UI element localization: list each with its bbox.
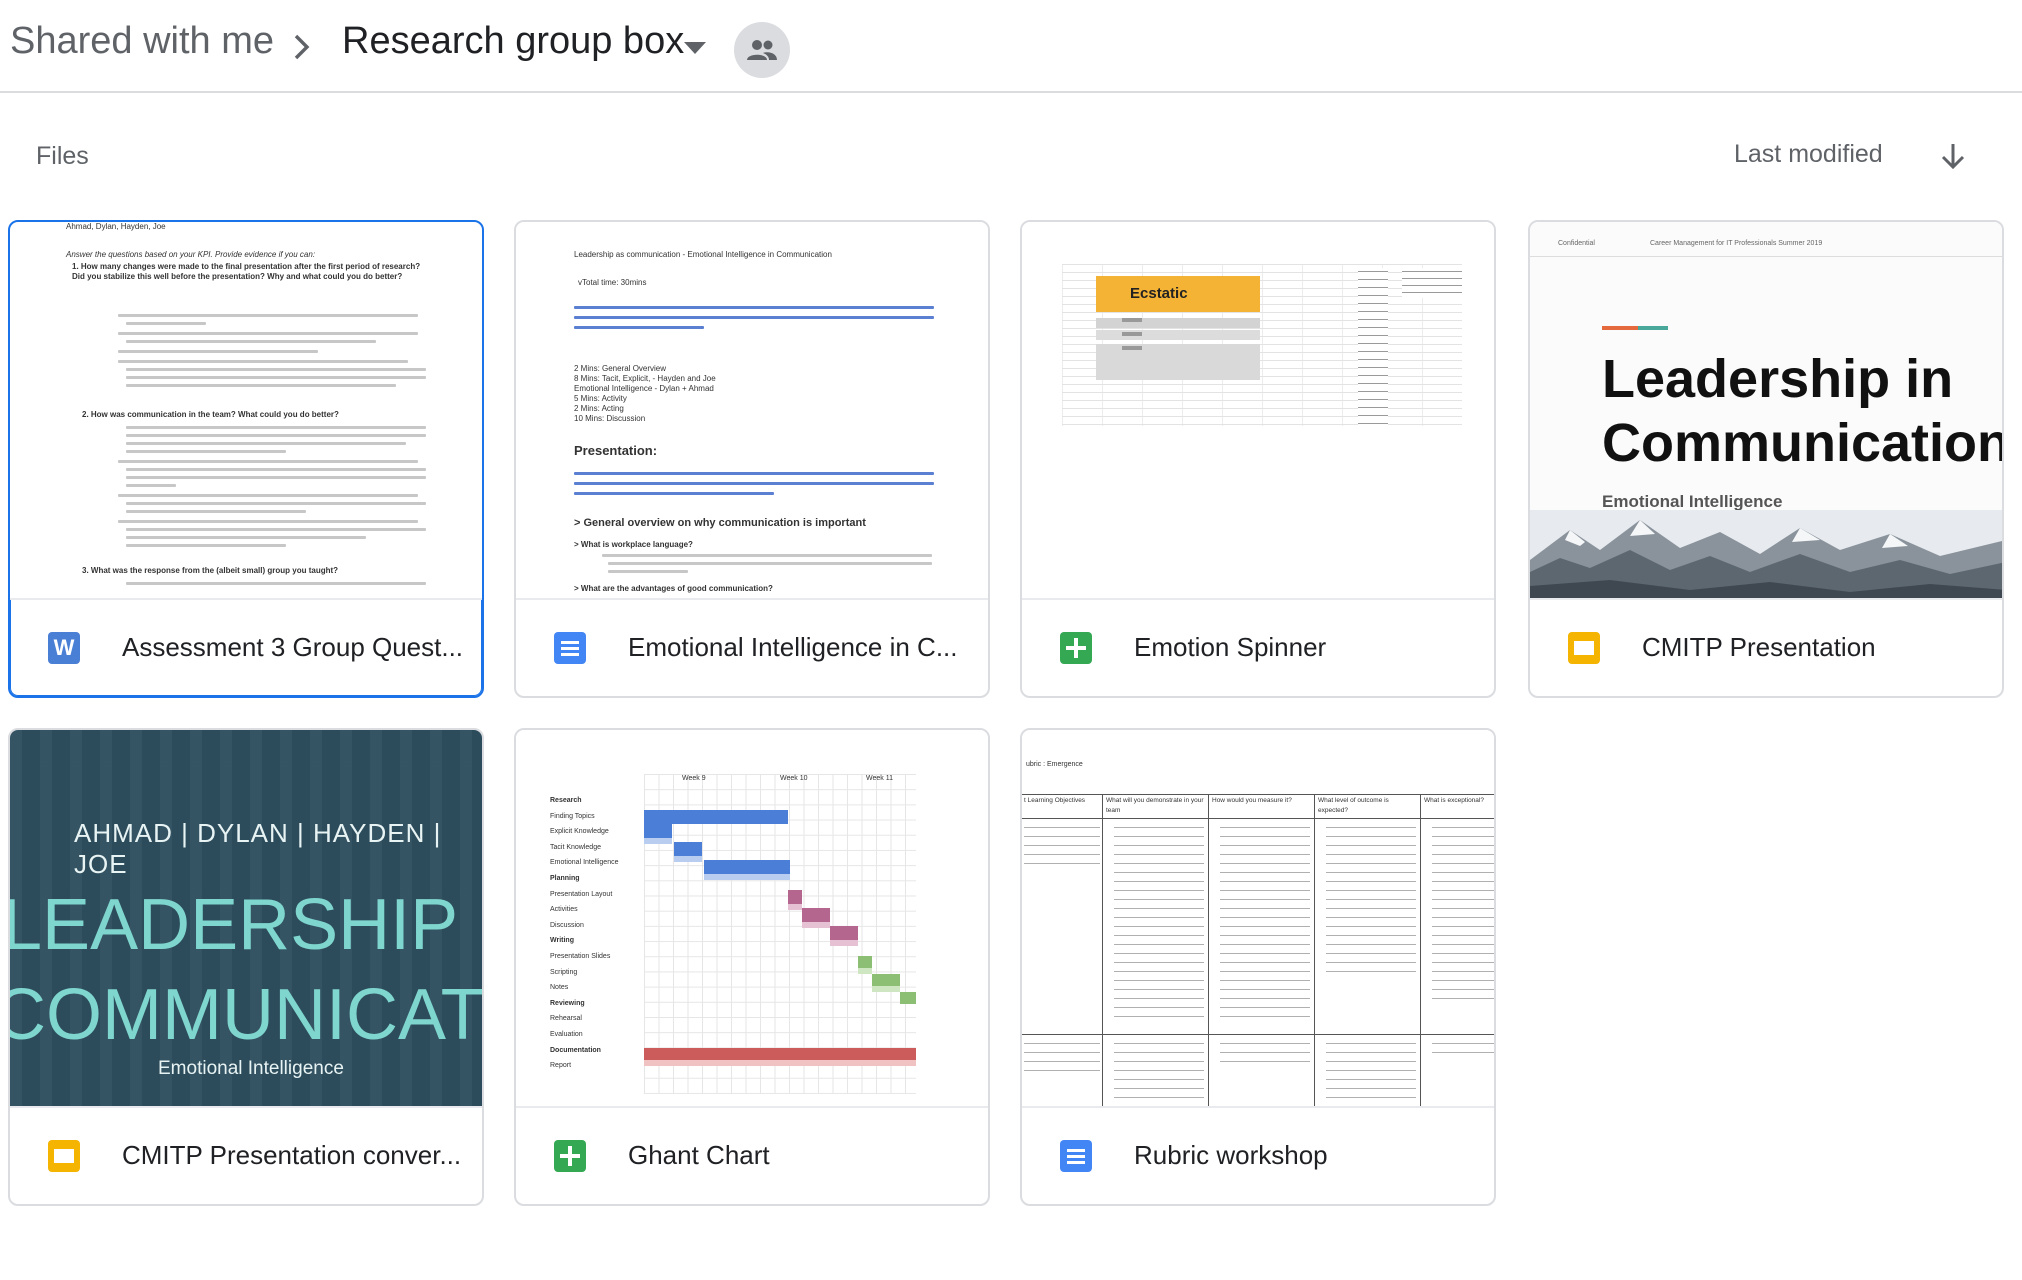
thumb-workplace-question: > What is workplace language? [574,540,693,549]
thumb-ecstatic-cell: Ecstatic [1096,276,1260,312]
mountain-image [1530,510,2002,598]
rubric-col-4: What level of outcome is expected? [1318,797,1389,814]
word-file-icon: W [48,632,80,664]
gantt-row-label: Planning [550,875,580,882]
thumb-rubric-heading: ubric : Emergence [1026,761,1083,768]
file-name: Assessment 3 Group Quest... [122,632,464,662]
file-card-ghant-chart[interactable]: Week 9 Week 10 Week 11 Research Finding T… [514,728,990,1206]
breadcrumb-current-folder[interactable]: Research group box [342,20,684,63]
rubric-col-5: What is exceptional? [1424,797,1484,804]
thumb-course-name: Career Management for IT Professionals S… [1650,240,1823,247]
thumb-schedule-2: 8 Mins: Tacit, Explicit, - Hayden and Jo… [574,374,716,383]
file-thumbnail: Ahmad, Dylan, Hayden, Joe Answer the que… [10,222,482,600]
file-card-emotion-spinner[interactable]: Ecstatic Emotion Spinner [1020,220,1496,698]
gantt-row-label: Discussion [550,921,584,929]
google-slides-icon [1568,632,1600,664]
header-bar: Shared with me Research group box [0,0,2022,93]
thumb-advantages-question: > What are the advantages of good commun… [574,584,773,593]
file-thumbnail: Confidential Career Management for IT Pr… [1530,222,2002,600]
file-thumbnail: Leadership as communication - Emotional … [516,222,988,600]
file-name: CMITP Presentation conver... [122,1140,462,1170]
gantt-row-label: Presentation Slides [550,953,611,960]
gantt-row-label: Tacit Knowledge [550,843,601,851]
thumb-week-10: Week 10 [780,775,808,782]
thumb-confidential: Confidential [1558,240,1595,247]
google-sheets-icon [1060,632,1092,664]
thumb-presentation-heading: Presentation: [574,443,658,458]
thumb-schedule-1: 2 Mins: General Overview [574,364,667,373]
gantt-row-label: Notes [550,984,569,992]
gantt-row-label: Presentation Layout [550,890,613,898]
thumb-intro: Answer the questions based on your KPI. … [66,250,316,259]
thumb-question-2: 2. How was communication in the team? Wh… [82,410,339,419]
file-thumbnail: AHMAD | DYLAN | HAYDEN | JOE LEADERSHIP … [10,730,482,1108]
thumb-week-11: Week 11 [866,775,893,782]
file-name: Ghant Chart [628,1140,770,1170]
thumb-title-line-1: LEADERSHIP IN [10,885,482,965]
file-card-emotional-intelligence[interactable]: Leadership as communication - Emotional … [514,220,990,698]
file-name: Rubric workshop [1134,1140,1328,1170]
chevron-right-icon [294,34,310,60]
file-card-rubric-workshop[interactable]: ubric : Emergence t Learning Objectives … [1020,728,1496,1206]
gantt-row-label: Explicit Knowledge [550,828,609,836]
thumb-slide-title: Leadership in Communication [1602,349,2002,473]
thumb-slide-subtitle: Emotional Intelligence [1602,492,1783,511]
google-docs-icon [554,632,586,664]
sort-by-button[interactable]: Last modified [1734,140,1883,169]
thumb-schedule-4: 5 Mins: Activity [574,394,627,403]
thumb-schedule-6: 10 Mins: Discussion [574,414,646,423]
gantt-row-label: Writing [550,937,574,945]
file-card-footer: Emotional Intelligence in C... [516,600,988,696]
google-docs-icon [1060,1140,1092,1172]
file-card-footer: Ghant Chart [516,1108,988,1204]
file-thumbnail: ubric : Emergence t Learning Objectives … [1022,730,1494,1108]
thumb-title-line-2: COMMUNICATION [10,975,482,1055]
file-card-footer: Rubric workshop [1022,1108,1494,1204]
file-thumbnail: Ecstatic [1022,222,1494,600]
thumb-team-names: AHMAD | DYLAN | HAYDEN | JOE [74,818,442,879]
thumb-week-9: Week 9 [682,775,706,782]
gantt-row-label: Scripting [550,968,578,976]
google-sheets-icon [554,1140,586,1172]
thumb-authors: Ahmad, Dylan, Hayden, Joe [66,222,166,231]
gantt-row-label: Activities [550,906,578,914]
gantt-row-label: Report [550,1062,572,1070]
thumb-overview: > General overview on why communication … [574,517,866,529]
file-card-assessment[interactable]: Ahmad, Dylan, Hayden, Joe Answer the que… [8,220,484,698]
files-section-label: Files [36,142,89,170]
dropdown-caret-icon[interactable] [684,42,706,54]
thumb-schedule-5: 2 Mins: Acting [574,404,624,413]
file-name: Emotion Spinner [1134,632,1327,662]
file-card-cmitp-presentation[interactable]: Confidential Career Management for IT Pr… [1528,220,2004,698]
rubric-col-2: What will you demonstrate in your team [1106,797,1204,814]
file-card-footer: CMITP Presentation [1530,600,2002,696]
google-slides-icon [48,1140,80,1172]
gantt-row-label: Finding Topics [550,812,595,820]
thumb-schedule-3: Emotional Intelligence - Dylan + Ahmad [574,384,714,393]
shared-people-icon[interactable] [734,22,790,78]
rubric-col-1: t Learning Objectives [1024,797,1086,804]
file-thumbnail: Week 9 Week 10 Week 11 Research Finding T… [516,730,988,1108]
thumb-heading: Leadership as communication - Emotional … [574,250,832,259]
gantt-row-label: Rehearsal [550,1015,582,1023]
file-name: CMITP Presentation [1642,632,1876,662]
thumb-question-1: 1. How many changes were made to the fin… [72,262,421,281]
gantt-row-label: Research [550,797,582,804]
thumb-total-time: vTotal time: 30mins [578,278,647,287]
gantt-row-label: Emotional Intelligence [550,859,619,867]
file-card-cmitp-presentation-converted[interactable]: AHMAD | DYLAN | HAYDEN | JOE LEADERSHIP … [8,728,484,1206]
file-name: Emotional Intelligence in C... [628,632,958,662]
gantt-row-label: Documentation [550,1046,601,1054]
gantt-row-label: Reviewing [550,999,585,1007]
city-background-image: AHMAD | DYLAN | HAYDEN | JOE LEADERSHIP … [10,730,482,1106]
thumb-question-3: 3. What was the response from the (albei… [82,566,339,575]
thumb-subtitle: Emotional Intelligence [158,1058,344,1079]
file-card-footer: Emotion Spinner [1022,600,1494,696]
gantt-row-label: Evaluation [550,1031,583,1038]
arrow-down-icon[interactable] [1938,140,1968,172]
file-card-footer: W Assessment 3 Group Quest... [10,600,482,696]
rubric-col-3: How would you measure it? [1212,797,1292,804]
breadcrumb-shared-with-me[interactable]: Shared with me [10,20,274,63]
file-card-footer: CMITP Presentation conver... [10,1108,482,1204]
